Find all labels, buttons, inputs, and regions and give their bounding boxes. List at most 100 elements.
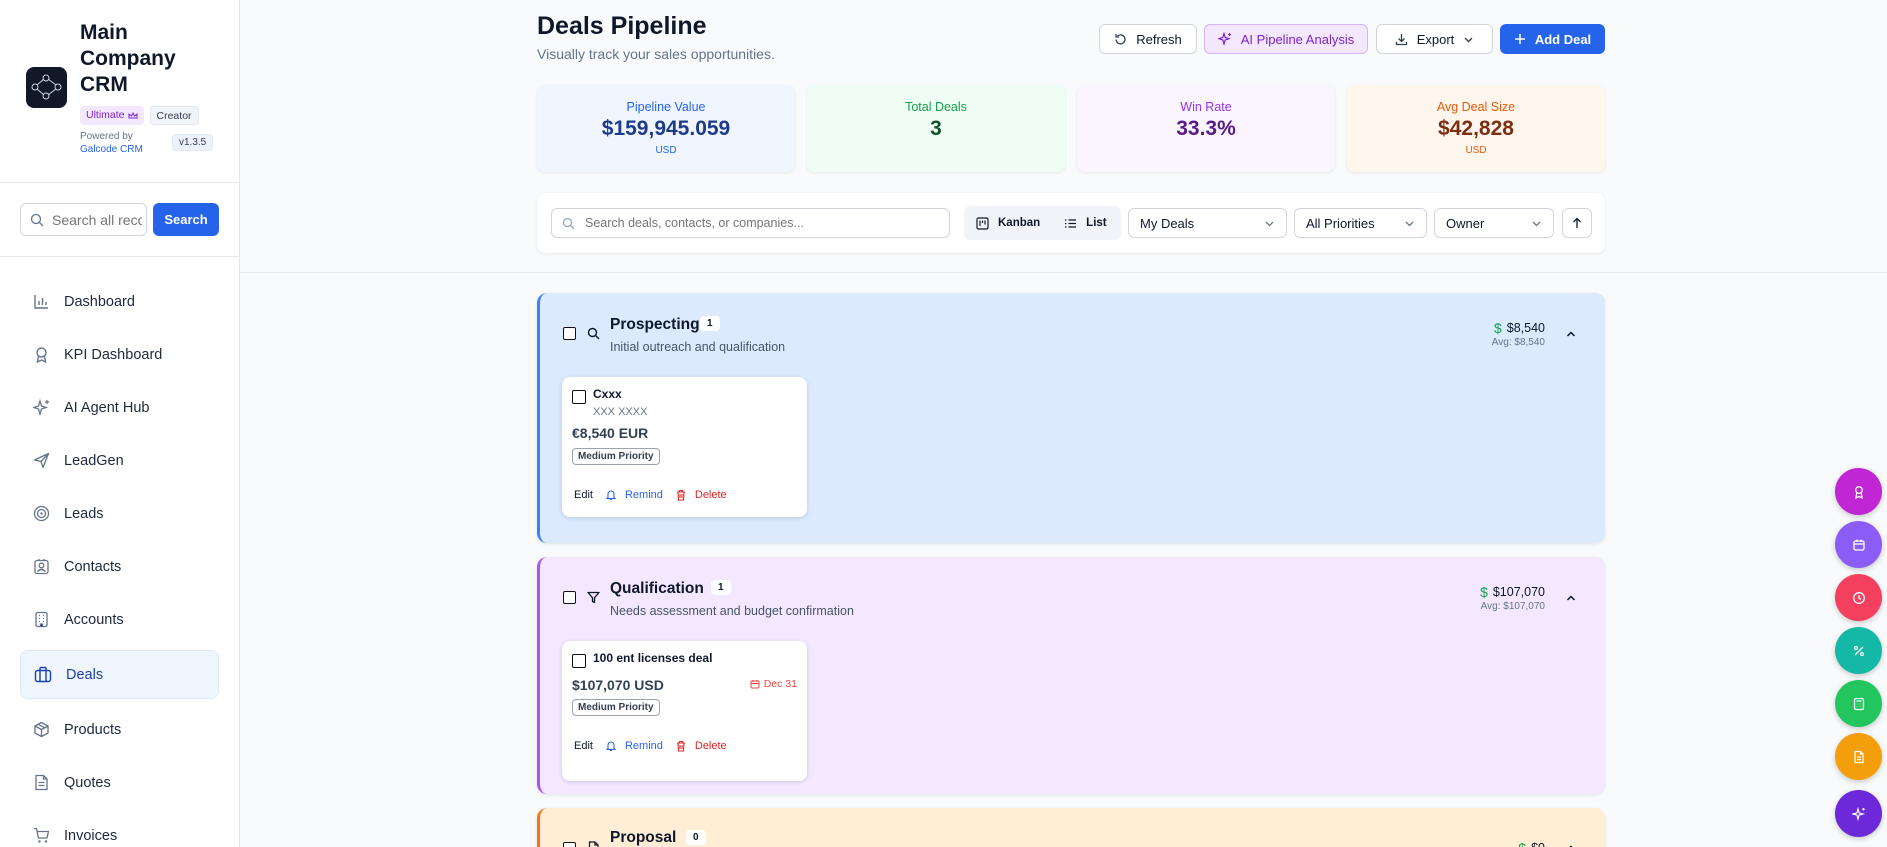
- view-kanban-label: Kanban: [998, 217, 1041, 229]
- owner-filter-select[interactable]: Owner: [1434, 208, 1554, 238]
- crown-icon: [128, 111, 138, 118]
- delete-button[interactable]: Delete: [695, 489, 727, 501]
- list-icon: [1065, 218, 1077, 228]
- edit-button[interactable]: Edit: [574, 740, 593, 752]
- deal-name: 100 ent licenses deal: [593, 651, 713, 665]
- stage-average: Avg: $107,070: [1480, 601, 1545, 612]
- fab-document[interactable]: [1835, 733, 1882, 780]
- deal-amount: €8,540 EUR: [572, 425, 649, 441]
- stage-name: Prospecting: [610, 316, 700, 333]
- deal-close-date-value: Dec 31: [763, 678, 797, 690]
- stat-total-deals: Total Deals 3: [807, 85, 1065, 172]
- deals-filter-select[interactable]: My Deals: [1128, 208, 1287, 238]
- stat-value: 3: [930, 117, 942, 140]
- deal-search-input[interactable]: [585, 216, 945, 230]
- stat-label: Win Rate: [1180, 100, 1232, 114]
- contact-icon: [34, 559, 49, 575]
- add-deal-button[interactable]: Add Deal: [1500, 24, 1605, 54]
- sparkles-icon: [1217, 32, 1231, 46]
- sidebar-divider: [0, 182, 239, 183]
- stage-count-badge: 1: [711, 580, 731, 595]
- deal-card[interactable]: Cxxx XXX XXXX €8,540 EUR Medium Priority…: [562, 377, 807, 517]
- stage-prospecting: Prospecting 1 Initial outreach and quali…: [537, 293, 1605, 543]
- award-icon: [1854, 485, 1863, 499]
- sidebar-search-input[interactable]: [52, 211, 142, 228]
- chevron-down-icon: [1532, 221, 1541, 226]
- view-list-button[interactable]: List: [1052, 209, 1118, 237]
- stage-count-badge: 0: [686, 830, 706, 845]
- stage-proposal: Proposal 0 $ $0: [537, 808, 1605, 847]
- sidebar-item-accounts[interactable]: Accounts: [20, 596, 219, 643]
- fab-percent[interactable]: [1835, 627, 1882, 674]
- delete-button[interactable]: Delete: [695, 740, 727, 752]
- sidebar-item-contacts[interactable]: Contacts: [20, 543, 219, 590]
- sidebar-item-products[interactable]: Products: [20, 706, 219, 753]
- view-kanban-button[interactable]: Kanban: [964, 209, 1052, 237]
- chevron-up-icon[interactable]: [1565, 592, 1577, 604]
- remind-button[interactable]: Remind: [625, 740, 663, 752]
- deal-actions: Edit Remind Delete: [574, 740, 727, 752]
- stage-select-checkbox[interactable]: [563, 842, 576, 847]
- refresh-icon: [1115, 33, 1126, 44]
- fab-calendar[interactable]: [1835, 521, 1882, 568]
- remind-button[interactable]: Remind: [625, 489, 663, 501]
- ai-pipeline-analysis-button[interactable]: AI Pipeline Analysis: [1204, 24, 1368, 54]
- fab-clock[interactable]: [1835, 574, 1882, 621]
- award-icon: [36, 347, 47, 363]
- calendar-icon: [1852, 539, 1865, 551]
- sidebar-item-label: Products: [64, 721, 122, 738]
- sidebar-item-quotes[interactable]: Quotes: [20, 759, 219, 806]
- sidebar-item-label: LeadGen: [64, 452, 124, 469]
- stage-select-checkbox[interactable]: [563, 591, 576, 604]
- sidebar-item-label: Invoices: [64, 827, 118, 844]
- deal-select-checkbox[interactable]: [572, 654, 586, 668]
- file-icon: [35, 774, 48, 791]
- deal-priority-badge: Medium Priority: [572, 699, 660, 716]
- stat-label: Pipeline Value: [626, 100, 706, 114]
- deal-priority-badge: Medium Priority: [572, 448, 660, 465]
- ultimate-badge: Ultimate: [80, 106, 144, 125]
- deal-select-checkbox[interactable]: [572, 390, 586, 404]
- stage-select-checkbox[interactable]: [563, 327, 576, 340]
- sidebar-item-label: Quotes: [64, 774, 111, 791]
- export-button[interactable]: Export: [1376, 24, 1493, 54]
- stage-description: Initial outreach and qualification: [610, 340, 786, 354]
- edit-button[interactable]: Edit: [574, 489, 593, 501]
- sidebar-item-ai-agent-hub[interactable]: AI Agent Hub: [20, 384, 219, 431]
- refresh-button[interactable]: Refresh: [1099, 24, 1197, 54]
- view-list-label: List: [1086, 217, 1107, 229]
- sidebar-item-invoices[interactable]: Invoices: [20, 812, 219, 847]
- document-icon: [588, 841, 599, 847]
- sidebar-item-label: AI Agent Hub: [64, 399, 150, 416]
- sidebar-item-leadgen[interactable]: LeadGen: [20, 437, 219, 484]
- sidebar-item-deals[interactable]: Deals: [20, 650, 219, 699]
- refresh-label: Refresh: [1136, 31, 1182, 47]
- sidebar-item-leads[interactable]: Leads: [20, 490, 219, 537]
- chevron-up-icon[interactable]: [1565, 328, 1577, 340]
- document-icon: [1853, 750, 1864, 763]
- deal-card[interactable]: 100 ent licenses deal $107,070 USD Dec 3…: [562, 641, 807, 781]
- chevron-up-icon[interactable]: [1565, 842, 1577, 847]
- page-subtitle: Visually track your sales opportunities.: [537, 46, 775, 62]
- search-icon: [562, 217, 575, 229]
- version-badge: v1.3.5: [172, 134, 214, 151]
- sidebar-item-dashboard[interactable]: Dashboard: [20, 278, 219, 325]
- powered-by-link[interactable]: Galcode CRM: [80, 143, 143, 156]
- sidebar-item-label: Accounts: [64, 611, 124, 628]
- sort-direction-button[interactable]: [1562, 208, 1592, 238]
- fab-calculator[interactable]: [1835, 680, 1882, 727]
- stage-total: $ $107,070: [1480, 584, 1545, 600]
- clock-icon: [1852, 591, 1865, 604]
- calendar-icon: [750, 680, 760, 689]
- fab-award[interactable]: [1835, 468, 1882, 515]
- sidebar-item-kpi-dashboard[interactable]: KPI Dashboard: [20, 331, 219, 378]
- stage-qualification: Qualification 1 Needs assessment and bud…: [537, 557, 1605, 794]
- fab-ai-assistant[interactable]: [1835, 790, 1882, 837]
- ultimate-badge-label: Ultimate: [86, 109, 125, 121]
- sparkles-icon: [33, 399, 49, 416]
- brand-title: Main Company CRM: [80, 21, 176, 96]
- priority-filter-select[interactable]: All Priorities: [1294, 208, 1427, 238]
- kanban-icon: [976, 216, 989, 230]
- bar-chart-icon: [34, 295, 48, 309]
- sidebar-search-button[interactable]: Search: [153, 203, 219, 236]
